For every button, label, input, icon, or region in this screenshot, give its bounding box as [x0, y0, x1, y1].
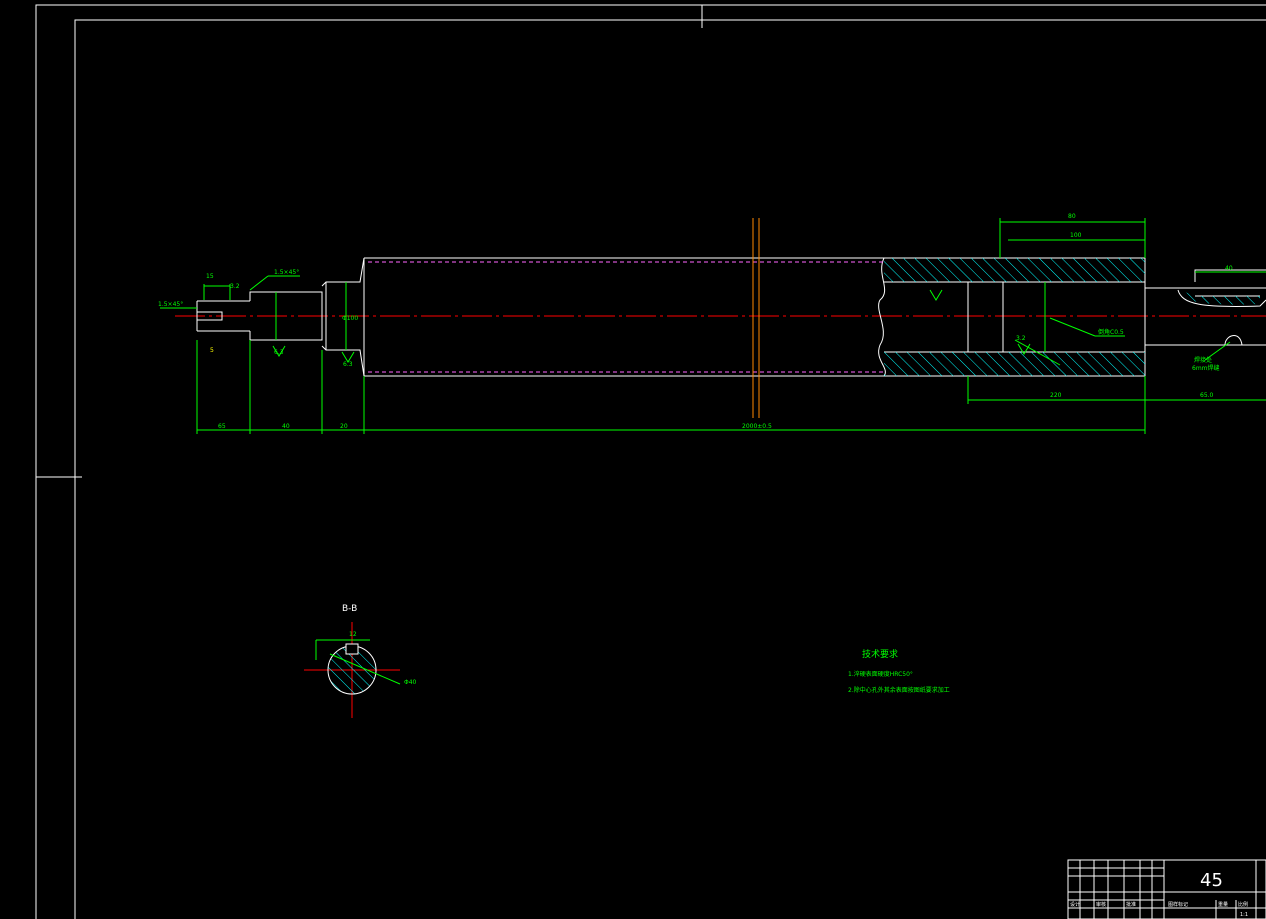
dim-top-a: 80: [1068, 213, 1076, 220]
title-block: [1067, 859, 1266, 919]
key-width: 12: [349, 631, 357, 638]
tech-requirements: 技术要求 1.淬硬表面硬度HRC50° 2.除中心孔外其余表面按图纸要求加工: [848, 648, 950, 694]
section-label: B-B: [342, 604, 357, 614]
label-inner-chamfer: 倒角C0.5: [1098, 328, 1124, 336]
title-block-scale: 1:1: [1240, 912, 1248, 918]
tech-item-1: 1.淬硬表面硬度HRC50°: [848, 670, 913, 678]
dim-40: 40: [282, 423, 290, 430]
dim-chamfer-left: 1.5×45°: [158, 301, 183, 308]
dim-chamfer-step: 1.5×45°: [274, 269, 299, 276]
dim-65: 65: [218, 423, 226, 430]
dim-main-length: 2000±0.5: [742, 423, 772, 430]
tech-title: 技术要求: [862, 648, 898, 660]
title-block-review: 审核: [1096, 901, 1106, 908]
dim-top-b: 100: [1070, 232, 1082, 239]
section-view-bb: B-B 12 Φ40: [304, 604, 417, 718]
roughness-value-1: 6.3: [274, 349, 284, 356]
cad-drawing-canvas[interactable]: 1.5×45° 1.5×45° 15 65 40 20 2000±0.5 80 …: [0, 0, 1266, 919]
label-bore-dia: Φ100: [342, 315, 358, 322]
roughness-value-4: 3.2: [230, 283, 240, 290]
dim-right-top: 40: [1225, 265, 1233, 272]
key-dia: Φ40: [404, 679, 417, 686]
dim-220: 220: [1050, 392, 1062, 399]
title-block-approve: 批准: [1126, 901, 1136, 908]
title-block-col-b: 重量: [1218, 901, 1228, 908]
roughness-symbols: [272, 289, 1031, 363]
label-weld: 焊接处: [1194, 356, 1212, 364]
tech-item-2: 2.除中心孔外其余表面按图纸要求加工: [848, 686, 950, 694]
title-block-material: 45: [1200, 870, 1223, 891]
title-block-design: 设计: [1070, 901, 1080, 908]
hidden-lines: [368, 261, 884, 373]
roughness-value-2: 6.3: [343, 361, 353, 368]
sheet-border: [35, 4, 1266, 919]
dim-15: 15: [206, 273, 214, 280]
label-key-d: 5: [210, 347, 214, 354]
title-block-col-a: 图样标记: [1168, 901, 1188, 908]
title-block-col-c: 比例: [1238, 901, 1248, 908]
label-weld-2: 6mm焊缝: [1192, 364, 1220, 372]
section-cut: [752, 218, 760, 418]
roughness-value-3: 3.2: [1016, 335, 1026, 342]
dim-right: 65.0: [1200, 392, 1214, 399]
dim-20: 20: [340, 423, 348, 430]
